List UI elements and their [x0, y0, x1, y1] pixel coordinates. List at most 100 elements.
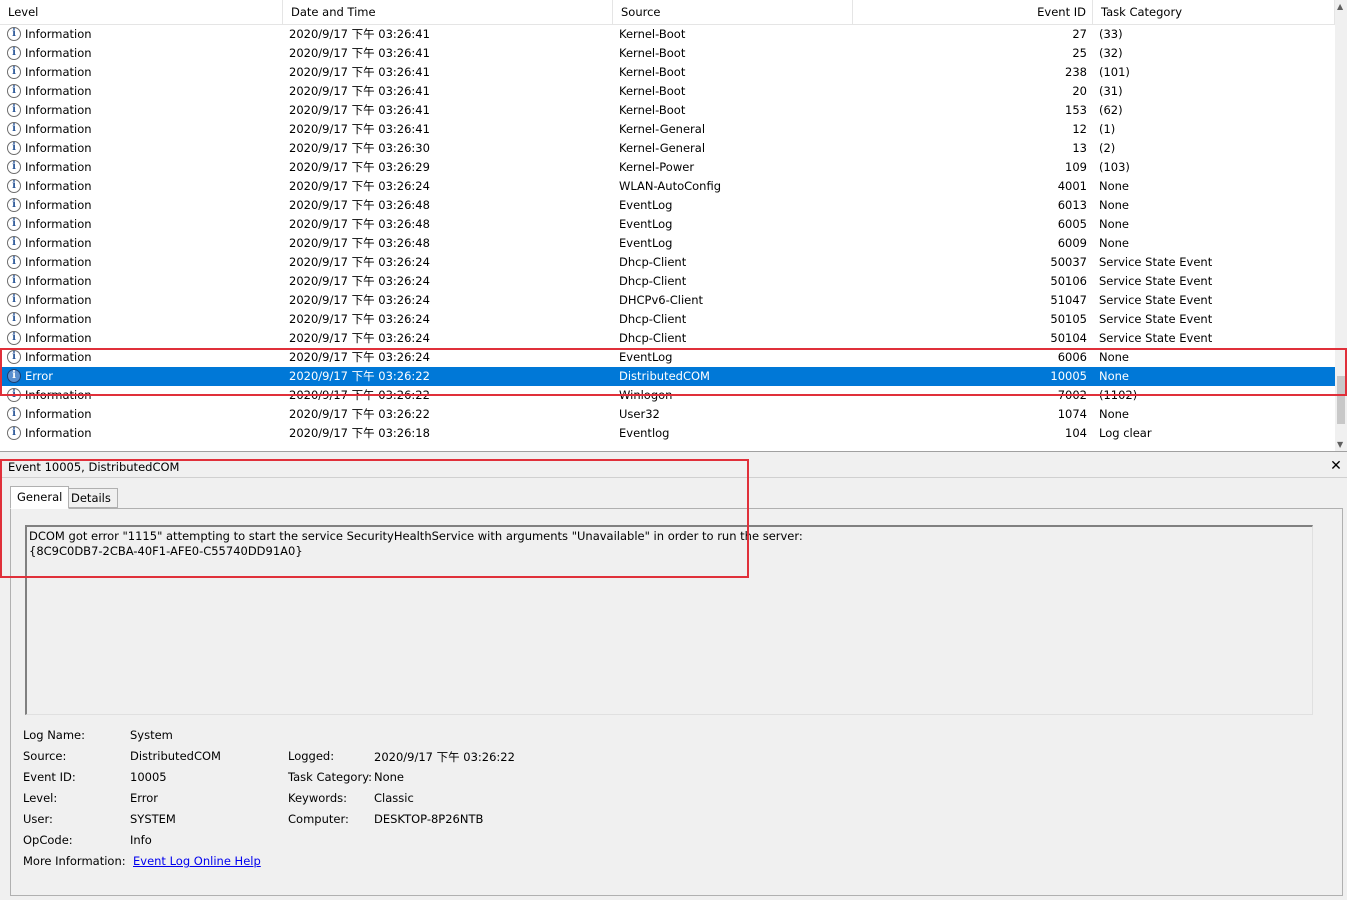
cell-date-time: 2020/9/17 下午 03:26:18: [289, 426, 430, 440]
table-row[interactable]: i Information 2020/9/17 下午 03:26:41 Kernel-…: [0, 25, 1335, 44]
cell-event-id: 10005: [1050, 369, 1087, 383]
cell-task-category: Service State Event: [1099, 274, 1213, 288]
level-text: Information: [25, 217, 92, 231]
cell-event-id: 109: [1065, 160, 1087, 174]
cell-source: Kernel-Boot: [619, 27, 686, 41]
level-text: Information: [25, 388, 92, 402]
cell-level: i Information: [7, 329, 277, 348]
column-header-task-category[interactable]: Task Category: [1093, 0, 1335, 25]
table-row-selected[interactable]: i Error 2020/9/17 下午 03:26:22 DistributedCO…: [0, 367, 1335, 386]
table-row[interactable]: i Information 2020/9/17 下午 03:26:18 Eventlo…: [0, 424, 1335, 443]
cell-level: i Information: [7, 405, 277, 424]
table-row[interactable]: i Information 2020/9/17 下午 03:26:41 Kernel-…: [0, 82, 1335, 101]
table-row[interactable]: i Information 2020/9/17 下午 03:26:30 Kernel-…: [0, 139, 1335, 158]
cell-source: Eventlog: [619, 426, 670, 440]
info-icon: i: [7, 425, 21, 440]
info-icon: i: [7, 121, 21, 136]
level-text: Information: [25, 84, 92, 98]
table-row[interactable]: i Information 2020/9/17 下午 03:26:22 User32 1…: [0, 405, 1335, 424]
level-text: Information: [25, 331, 92, 345]
cell-task-category: None: [1099, 369, 1130, 383]
table-row[interactable]: i Information 2020/9/17 下午 03:26:24 WLAN-Au…: [0, 177, 1335, 196]
cell-date-time: 2020/9/17 下午 03:26:41: [289, 103, 430, 117]
cell-event-id: 51047: [1050, 293, 1087, 307]
cell-source: EventLog: [619, 198, 673, 212]
label-source: Source:: [23, 749, 67, 763]
cell-date-time: 2020/9/17 下午 03:26:41: [289, 27, 430, 41]
cell-level: i Information: [7, 25, 277, 44]
cell-level: i Information: [7, 424, 277, 443]
cell-date-time: 2020/9/17 下午 03:26:41: [289, 84, 430, 98]
cell-date-time: 2020/9/17 下午 03:26:24: [289, 274, 430, 288]
tab-details[interactable]: Details: [64, 488, 118, 508]
cell-date-time: 2020/9/17 下午 03:26:22: [289, 369, 430, 383]
value-user: SYSTEM: [130, 812, 176, 826]
cell-event-id: 238: [1065, 65, 1087, 79]
scroll-down-icon[interactable]: ▼: [1337, 440, 1343, 449]
cell-task-category: None: [1099, 236, 1130, 250]
table-row[interactable]: i Information 2020/9/17 下午 03:26:41 Kernel-…: [0, 44, 1335, 63]
event-log-online-help-link[interactable]: Event Log Online Help: [133, 854, 261, 868]
table-row[interactable]: i Information 2020/9/17 下午 03:26:48 EventLo…: [0, 234, 1335, 253]
cell-event-id: 6005: [1057, 217, 1087, 231]
value-log-name: System: [130, 728, 173, 742]
table-row[interactable]: i Information 2020/9/17 下午 03:26:48 EventLo…: [0, 196, 1335, 215]
value-event-id: 10005: [130, 770, 167, 784]
cell-event-id: 25: [1072, 46, 1087, 60]
info-icon: i: [7, 368, 21, 383]
info-icon: i: [7, 45, 21, 60]
cell-task-category: (1): [1099, 122, 1116, 136]
column-header-date-time[interactable]: Date and Time: [283, 0, 613, 25]
level-text: Error: [25, 369, 54, 383]
label-event-id: Event ID:: [23, 770, 76, 784]
table-row[interactable]: i Information 2020/9/17 下午 03:26:24 Dhcp-Cl…: [0, 329, 1335, 348]
close-icon[interactable]: ✕: [1329, 458, 1343, 474]
table-row[interactable]: i Information 2020/9/17 下午 03:26:41 Kernel-…: [0, 101, 1335, 120]
info-icon: i: [7, 330, 21, 345]
event-message[interactable]: DCOM got error "1115" attempting to star…: [25, 525, 1313, 715]
column-header-event-id[interactable]: Event ID: [853, 0, 1093, 25]
label-level: Level:: [23, 791, 58, 805]
scroll-up-icon[interactable]: ▲: [1337, 2, 1343, 11]
value-level: Error: [130, 791, 159, 805]
table-row[interactable]: i Information 2020/9/17 下午 03:26:48 EventLo…: [0, 215, 1335, 234]
cell-date-time: 2020/9/17 下午 03:26:41: [289, 65, 430, 79]
cell-source: User32: [619, 407, 660, 421]
column-header-source[interactable]: Source: [613, 0, 853, 25]
cell-date-time: 2020/9/17 下午 03:26:41: [289, 46, 430, 60]
info-icon: i: [7, 26, 21, 41]
value-keywords: Classic: [374, 791, 414, 805]
scrollbar-thumb[interactable]: [1337, 376, 1345, 424]
cell-task-category: None: [1099, 179, 1130, 193]
table-row[interactable]: i Information 2020/9/17 下午 03:26:24 Dhcp-Cl…: [0, 253, 1335, 272]
cell-source: Kernel-Boot: [619, 46, 686, 60]
vertical-scrollbar[interactable]: ▲ ▼: [1335, 0, 1347, 451]
cell-date-time: 2020/9/17 下午 03:26:41: [289, 122, 430, 136]
tab-general[interactable]: General: [10, 486, 70, 509]
cell-level: i Information: [7, 177, 277, 196]
table-row[interactable]: i Information 2020/9/17 下午 03:26:24 Dhcp-Cl…: [0, 310, 1335, 329]
column-header-level[interactable]: Level: [0, 0, 283, 25]
info-icon: i: [7, 140, 21, 155]
table-row[interactable]: i Information 2020/9/17 下午 03:26:29 Kernel-…: [0, 158, 1335, 177]
table-row[interactable]: i Information 2020/9/17 下午 03:26:41 Kernel-…: [0, 120, 1335, 139]
level-text: Information: [25, 103, 92, 117]
info-icon: i: [7, 292, 21, 307]
cell-source: Kernel-General: [619, 122, 706, 136]
cell-source: EventLog: [619, 350, 673, 364]
cell-event-id: 13: [1072, 141, 1087, 155]
table-row[interactable]: i Information 2020/9/17 下午 03:26:41 Kernel-…: [0, 63, 1335, 82]
value-logged: 2020/9/17 下午 03:26:22: [374, 750, 515, 764]
cell-task-category: None: [1099, 217, 1130, 231]
event-rows: i Information 2020/9/17 下午 03:26:41 Kernel-…: [0, 25, 1335, 443]
cell-event-id: 50105: [1050, 312, 1087, 326]
table-row[interactable]: i Information 2020/9/17 下午 03:26:24 EventLo…: [0, 348, 1335, 367]
level-text: Information: [25, 122, 92, 136]
table-row[interactable]: i Information 2020/9/17 下午 03:26:24 Dhcp-Cl…: [0, 272, 1335, 291]
table-row[interactable]: i Information 2020/9/17 下午 03:26:24 DHCPv6-…: [0, 291, 1335, 310]
cell-level: i Information: [7, 234, 277, 253]
cell-source: Dhcp-Client: [619, 312, 687, 326]
table-row[interactable]: i Information 2020/9/17 下午 03:26:22 Winlogo…: [0, 386, 1335, 405]
cell-task-category: (31): [1099, 84, 1123, 98]
label-computer: Computer:: [288, 812, 349, 826]
